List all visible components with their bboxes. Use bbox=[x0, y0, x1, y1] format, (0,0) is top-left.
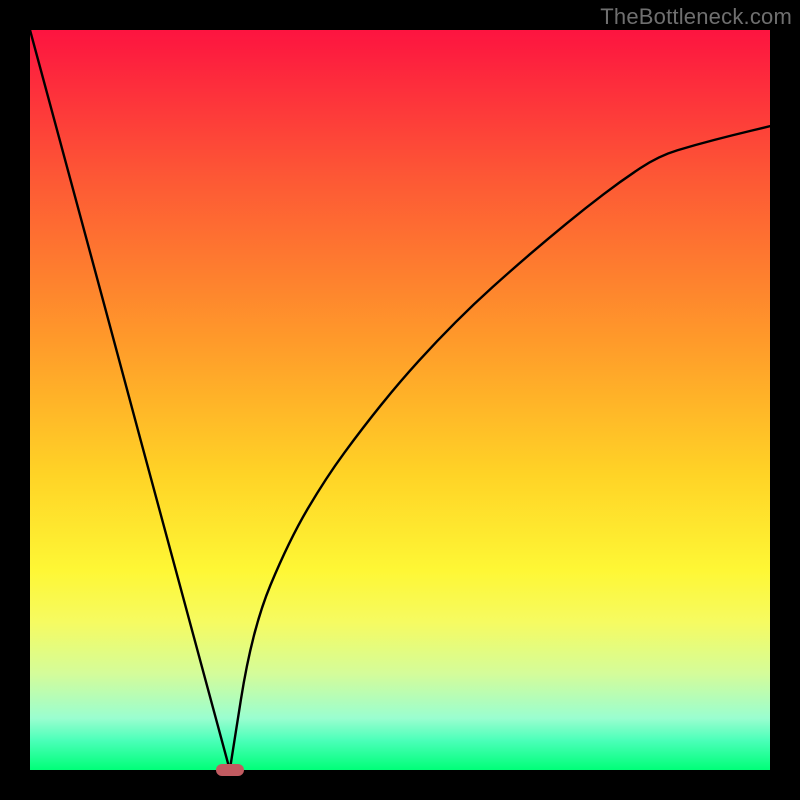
min-marker bbox=[216, 764, 244, 776]
watermark-text: TheBottleneck.com bbox=[600, 4, 792, 30]
plot-area bbox=[30, 30, 770, 770]
